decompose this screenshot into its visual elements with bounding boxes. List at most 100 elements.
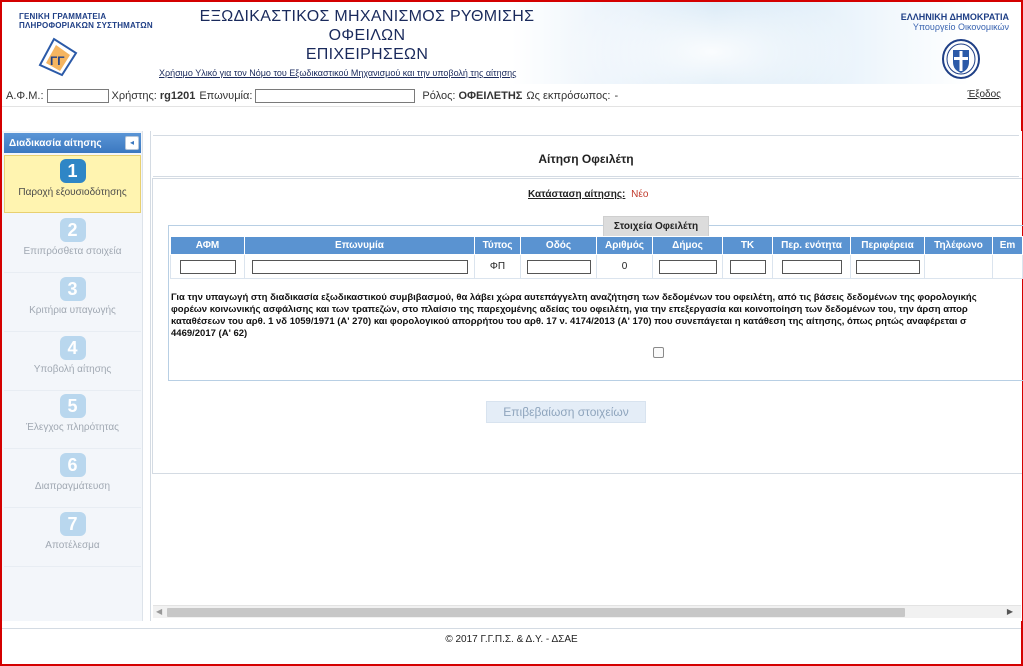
col-postcode: ΤΚ	[722, 236, 773, 255]
step-number: 4	[59, 336, 86, 360]
col-email: Em	[992, 236, 1023, 255]
table-header-row: ΑΦΜ Επωνυμία Τύπος Οδός Αριθμός Δήμος ΤΚ…	[170, 236, 1023, 255]
afm-field	[46, 88, 109, 103]
afm-label: Α.Φ.Μ.:	[6, 89, 44, 102]
cell-postcode	[722, 254, 773, 279]
representative-label: Ως εκπρόσωπος:	[526, 89, 611, 102]
title-line-2: ΕΠΙΧΕΙΡΗΣΕΩΝ	[305, 46, 429, 63]
col-municipality: Δήμος	[652, 236, 723, 255]
col-number: Αριθμός	[596, 236, 653, 255]
consent-checkbox[interactable]	[653, 347, 664, 358]
application-panel: Κατάσταση αίτησης: Νέο ΑΦΜ Επωνυμία Τύπο…	[152, 178, 1023, 474]
horizontal-scrollbar[interactable]: ◀ ▶	[153, 605, 1021, 618]
svg-text:ΓΓ: ΓΓ	[50, 54, 65, 68]
title-line-1: ΕΞΩΔΙΚΑΣΤΙΚΟΣ ΜΗΧΑΝΙΣΜΟΣ ΡΥΘΜΙΣΗΣ ΟΦΕΙΛΩ…	[199, 8, 535, 44]
step-number: 6	[59, 453, 86, 477]
step-number: 7	[59, 512, 86, 536]
org-line-2: ΠΛΗΡΟΦΟΡΙΑΚΩΝ ΣΥΣΤΗΜΑΤΩΝ	[19, 21, 153, 30]
region-input[interactable]	[855, 259, 920, 274]
scrollbar-thumb[interactable]	[167, 608, 905, 617]
name-input[interactable]	[251, 259, 468, 274]
cell-afm	[170, 254, 245, 279]
consent-text: Για την υπαγωγή στη διαδικασία εξωδικαστ…	[171, 292, 1023, 340]
ministry-name: Υπουργείο Οικονομικών	[912, 22, 1009, 32]
org-name: ΓΕΝΙΚΗ ΓΡΑΜΜΑΤΕΙΑ ΠΛΗΡΟΦΟΡΙΑΚΩΝ ΣΥΣΤΗΜΑΤ…	[19, 12, 153, 30]
sidebar-header: Διαδικασία αίτησης ◂	[4, 133, 141, 153]
process-sidebar: Διαδικασία αίτησης ◂ 1 Παροχή εξουσιοδότ…	[2, 131, 143, 621]
step-label: Παροχή εξουσιοδότησης	[18, 187, 127, 198]
logout-link[interactable]: Έξοδος	[967, 89, 1001, 100]
step-label: Υποβολή αίτησης	[33, 364, 112, 375]
municipality-input[interactable]	[658, 259, 717, 274]
name-field	[255, 88, 416, 103]
col-afm: ΑΦΜ	[170, 236, 245, 255]
name-label: Επωνυμία:	[199, 89, 253, 102]
cell-street	[520, 254, 597, 279]
sidebar-title: Διαδικασία αίτησης	[9, 138, 102, 149]
col-region: Περιφέρεια	[850, 236, 925, 255]
scroll-left-icon[interactable]: ◀	[156, 607, 162, 616]
consent-line-4: 4469/2017 (Α' 62)	[171, 328, 248, 339]
cell-municipality	[652, 254, 723, 279]
cell-email	[992, 254, 1023, 279]
page-title: Αίτηση Οφειλέτη	[153, 135, 1019, 177]
step-label: Κριτήρια υπαγωγής	[29, 305, 116, 316]
ministry-label: ΕΛΛΗΝΙΚΗ ΔΗΜΟΚΡΑΤΙΑ Υπουργείο Οικονομικώ…	[901, 12, 1009, 32]
debtor-table: ΑΦΜ Επωνυμία Τύπος Οδός Αριθμός Δήμος ΤΚ…	[170, 236, 1023, 279]
col-regional-unit: Περ. ενότητα	[772, 236, 851, 255]
step-label: Επιπρόσθετα στοιχεία	[23, 246, 122, 257]
header-decoration	[562, 2, 862, 84]
confirm-details-button[interactable]: Επιβεβαίωση στοιχείων	[486, 401, 646, 423]
step-authorization[interactable]: 1 Παροχή εξουσιοδότησης	[4, 155, 141, 213]
debtor-details-box: ΑΦΜ Επωνυμία Τύπος Οδός Αριθμός Δήμος ΤΚ…	[168, 225, 1023, 381]
org-line-1: ΓΕΝΙΚΗ ΓΡΑΜΜΑΤΕΙΑ	[19, 12, 107, 21]
step-label: Έλεγχος πληρότητας	[26, 422, 119, 433]
step-label: Διαπραγμάτευση	[34, 481, 111, 492]
greek-emblem-icon	[942, 39, 980, 79]
step-number: 5	[59, 394, 86, 418]
collapse-icon[interactable]: ◂	[125, 136, 139, 150]
consent-line-1: Για την υπαγωγή στη διαδικασία εξωδικαστ…	[171, 292, 977, 303]
col-phone: Τηλέφωνο	[924, 236, 993, 255]
step-negotiation[interactable]: 6 Διαπραγμάτευση	[4, 450, 141, 508]
site-header: ΓΕΝΙΚΗ ΓΡΑΜΜΑΤΕΙΑ ΠΛΗΡΟΦΟΡΙΑΚΩΝ ΣΥΣΤΗΜΑΤ…	[2, 2, 1021, 84]
republic-name: ΕΛΛΗΝΙΚΗ ΔΗΜΟΚΡΑΤΙΑ	[900, 12, 1009, 22]
consent-line-2: φορέων κοινωνικής ασφάλισης και των τραπ…	[171, 304, 968, 315]
step-additional-info[interactable]: 2 Επιπρόσθετα στοιχεία	[4, 215, 141, 273]
col-name: Επωνυμία	[244, 236, 475, 255]
user-label: Χρήστης:	[111, 89, 157, 102]
representative-value: -	[614, 89, 619, 102]
col-street: Οδός	[520, 236, 597, 255]
step-completeness-check[interactable]: 5 Έλεγχος πληρότητας	[4, 391, 141, 449]
user-info-bar: Α.Φ.Μ.: Χρήστης: rg1201 Επωνυμία: Ρόλος:…	[2, 85, 1021, 107]
street-input[interactable]	[526, 259, 591, 274]
regional-unit-input[interactable]	[781, 259, 842, 274]
scroll-right-icon[interactable]: ▶	[1007, 607, 1013, 616]
main-title: ΕΞΩΔΙΚΑΣΤΙΚΟΣ ΜΗΧΑΝΙΣΜΟΣ ΡΥΘΜΙΣΗΣ ΟΦΕΙΛΩ…	[162, 7, 572, 64]
useful-material-link[interactable]: Χρήσιμο Υλικό για τον Νόμο του Εξωδικαστ…	[159, 68, 516, 78]
role-label: Ρόλος:	[422, 89, 456, 102]
status-label: Κατάσταση αίτησης:	[528, 189, 626, 200]
cell-name	[244, 254, 475, 279]
site-footer: © 2017 Γ.Γ.Π.Σ. & Δ.Υ. - ΔΣΑΕ	[2, 628, 1021, 662]
step-result[interactable]: 7 Αποτέλεσμα	[4, 509, 141, 567]
cell-regional-unit	[772, 254, 851, 279]
consent-line-3: καταθέσεων του αρθ. 1 νδ 1059/1971 (Α' 2…	[171, 316, 967, 327]
main-content: Αίτηση Οφειλέτη Κατάσταση αίτησης: Νέο Α…	[150, 131, 1023, 621]
cell-type: ΦΠ	[474, 254, 521, 279]
col-type: Τύπος	[474, 236, 521, 255]
afm-input[interactable]	[179, 259, 236, 274]
postcode-input[interactable]	[729, 259, 766, 274]
cell-number: 0	[596, 254, 653, 279]
step-number: 1	[59, 159, 86, 183]
step-submission[interactable]: 4 Υποβολή αίτησης	[4, 333, 141, 391]
user-value: rg1201	[159, 89, 196, 102]
cell-region	[850, 254, 925, 279]
table-row: ΦΠ 0	[170, 254, 1023, 279]
role-value: ΟΦΕΙΛΕΤΗΣ	[458, 89, 523, 102]
step-eligibility-criteria[interactable]: 3 Κριτήρια υπαγωγής	[4, 274, 141, 332]
application-status: Κατάσταση αίτησης: Νέο	[528, 189, 648, 200]
tab-debtor-details[interactable]: Στοιχεία Οφειλέτη	[603, 216, 709, 236]
step-label: Αποτέλεσμα	[45, 540, 100, 551]
step-number: 3	[59, 277, 86, 301]
